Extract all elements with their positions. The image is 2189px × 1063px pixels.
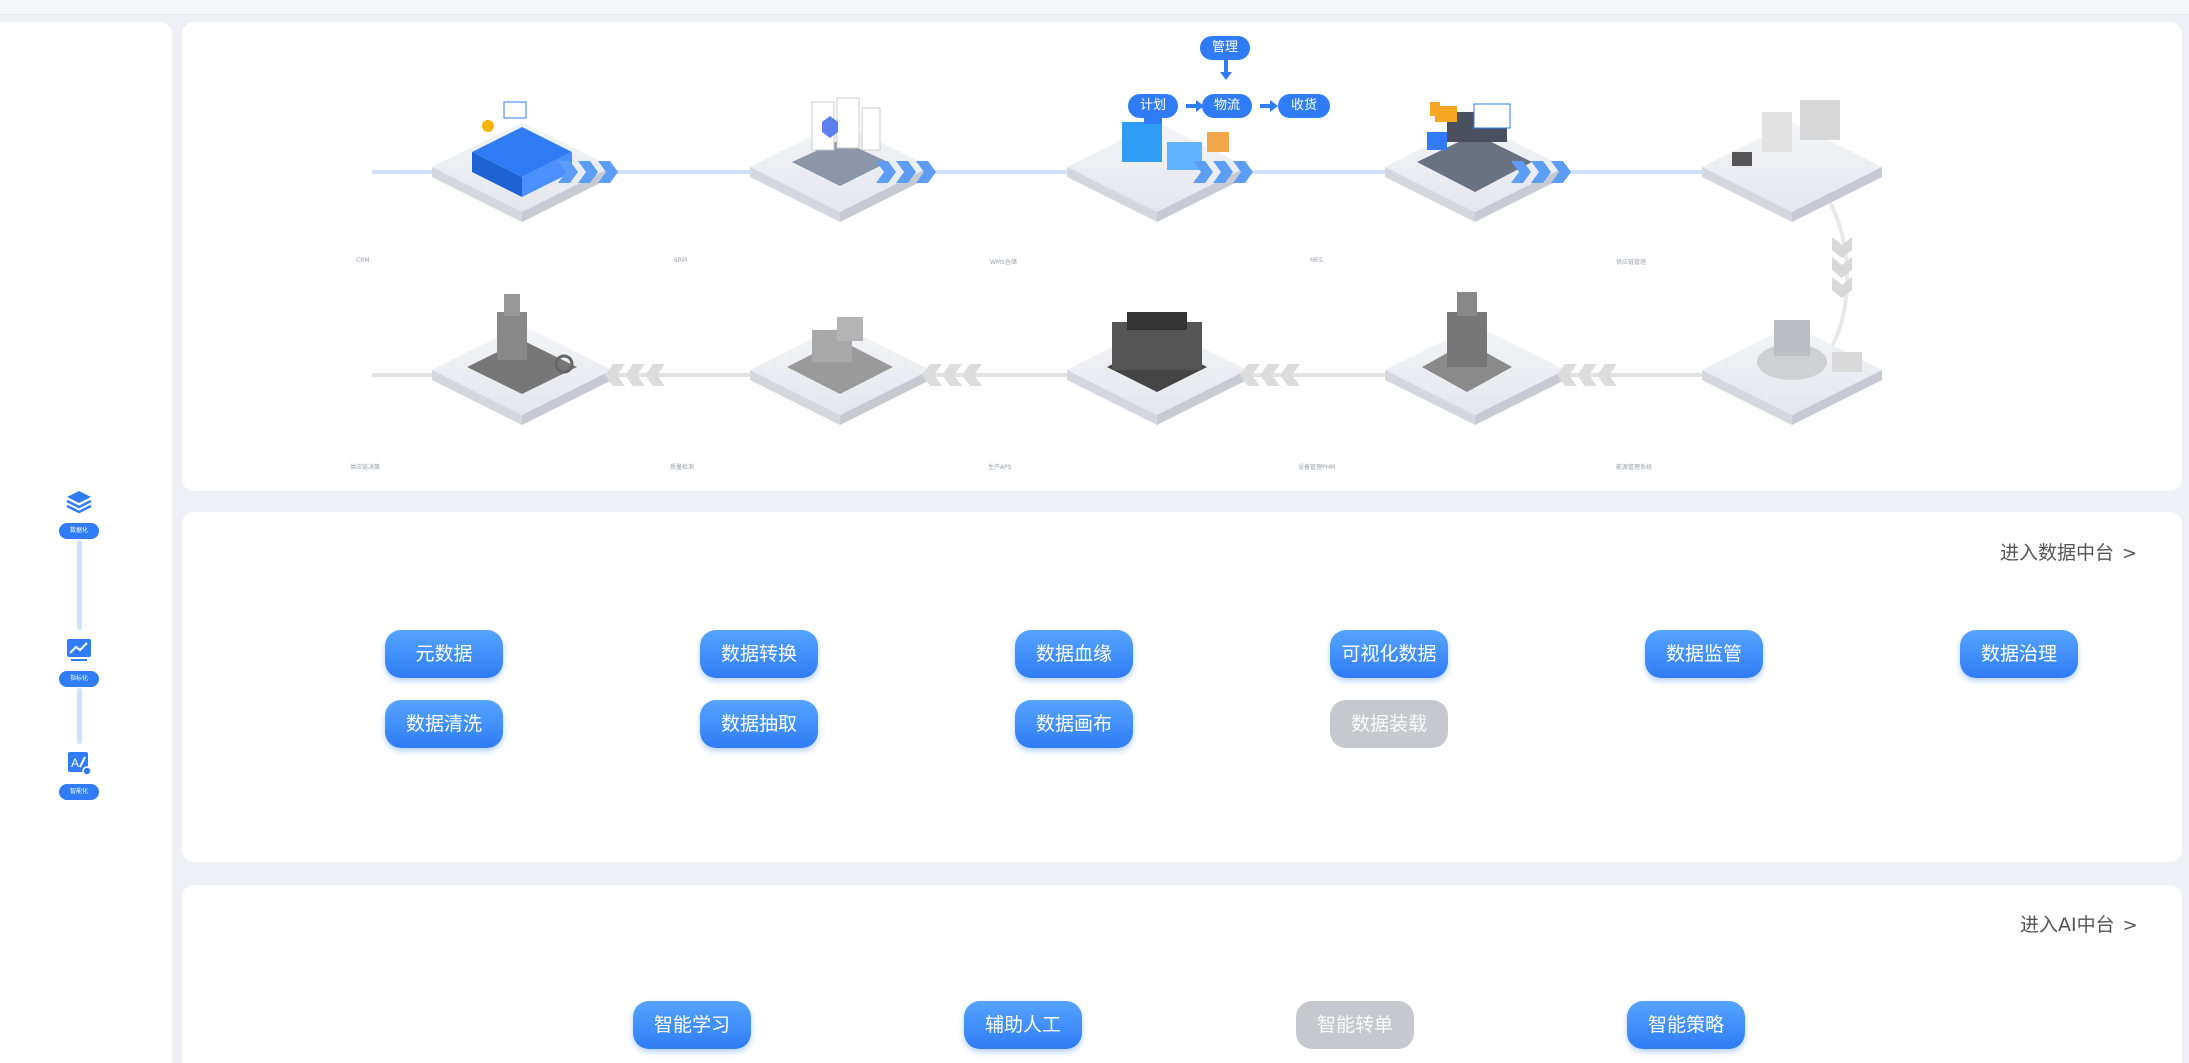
platform-energy bbox=[1702, 320, 1882, 425]
flow-label: 能源管理系统 bbox=[1616, 464, 1653, 471]
step-connector bbox=[77, 540, 82, 630]
chevron-right-icon: > bbox=[2122, 915, 2138, 936]
flow-label: 生产APS bbox=[988, 464, 1012, 471]
sidebar-step-label: 智能化 bbox=[59, 784, 99, 800]
flow-label: 设备管理PHM bbox=[1298, 464, 1336, 471]
btn-data-load[interactable]: 数据装载 bbox=[1330, 700, 1448, 748]
flow-node-manage[interactable]: 管理 bbox=[1200, 36, 1250, 60]
flow-label: SRM bbox=[674, 257, 688, 264]
btn-data-supervise[interactable]: 数据监管 bbox=[1645, 630, 1763, 678]
platform-srm bbox=[750, 97, 930, 222]
btn-data-extract[interactable]: 数据抽取 bbox=[700, 700, 818, 748]
step-connector bbox=[77, 688, 82, 744]
sidebar-step-data[interactable]: 数据化 bbox=[59, 487, 99, 539]
flow-node-receive[interactable]: 收货 bbox=[1278, 94, 1330, 118]
flow-label: 供应链管理 bbox=[1616, 259, 1647, 266]
svg-text:A: A bbox=[71, 756, 79, 770]
sidebar-step-label: 指标化 bbox=[59, 671, 99, 687]
flow-arrows-curve bbox=[1832, 237, 1852, 298]
chevron-right-icon: > bbox=[2122, 543, 2138, 564]
flow-label: CRM bbox=[356, 257, 370, 264]
btn-data-governance[interactable]: 数据治理 bbox=[1960, 630, 2078, 678]
btn-metadata[interactable]: 元数据 bbox=[385, 630, 503, 678]
btn-data-transform[interactable]: 数据转换 bbox=[700, 630, 818, 678]
flow-node-logistics[interactable]: 物流 bbox=[1202, 94, 1252, 118]
btn-smart-strategy[interactable]: 智能策略 bbox=[1627, 1001, 1745, 1049]
btn-data-cleaning[interactable]: 数据清洗 bbox=[385, 700, 503, 748]
flow-label: 质量检测 bbox=[670, 464, 695, 471]
top-strip bbox=[0, 0, 2189, 15]
platform-phm bbox=[1385, 292, 1565, 425]
enter-data-platform-label: 进入数据中台 bbox=[2000, 542, 2115, 564]
platform-quality bbox=[750, 317, 930, 425]
btn-data-lineage[interactable]: 数据血缘 bbox=[1015, 630, 1133, 678]
flow-diagram bbox=[372, 60, 1882, 425]
platform-decision bbox=[432, 294, 612, 425]
platform-supply bbox=[1702, 100, 1882, 222]
ai-icon: A bbox=[64, 748, 94, 778]
flow-label: MES bbox=[1310, 257, 1323, 264]
sidebar: 数据化 指标化 A 智能化 bbox=[0, 22, 172, 1063]
btn-assist-manual[interactable]: 辅助人工 bbox=[964, 1001, 1082, 1049]
btn-visual-data[interactable]: 可视化数据 bbox=[1330, 630, 1448, 678]
btn-smart-transfer[interactable]: 智能转单 bbox=[1296, 1001, 1414, 1049]
flow-node-plan[interactable]: 计划 bbox=[1128, 94, 1178, 118]
enter-data-platform-link[interactable]: 进入数据中台 > bbox=[2000, 538, 2137, 565]
layers-icon bbox=[64, 487, 94, 517]
enter-ai-platform-link[interactable]: 进入AI中台 > bbox=[2020, 910, 2138, 937]
ai-platform-panel: 进入AI中台 > 智能学习 辅助人工 智能转单 智能策略 bbox=[182, 885, 2182, 1063]
sidebar-step-ai[interactable]: A 智能化 bbox=[59, 748, 99, 800]
sidebar-step-label: 数据化 bbox=[59, 523, 99, 539]
chart-icon bbox=[64, 635, 94, 665]
flow-label: 供应链决策 bbox=[350, 464, 381, 471]
flow-panel: 管理 计划 物流 收货 CRM SRM WMS仓储 MES 供应链管理 供应链决… bbox=[182, 22, 2182, 491]
btn-smart-learning[interactable]: 智能学习 bbox=[633, 1001, 751, 1049]
data-platform-panel: 进入数据中台 > 元数据 数据转换 数据血缘 可视化数据 数据监管 数据治理 数据… bbox=[182, 512, 2182, 862]
enter-ai-platform-label: 进入AI中台 bbox=[2020, 914, 2115, 936]
sidebar-step-metrics[interactable]: 指标化 bbox=[59, 635, 99, 687]
platform-aps bbox=[1067, 312, 1247, 425]
btn-data-canvas[interactable]: 数据画布 bbox=[1015, 700, 1133, 748]
flow-label: WMS仓储 bbox=[990, 259, 1017, 266]
